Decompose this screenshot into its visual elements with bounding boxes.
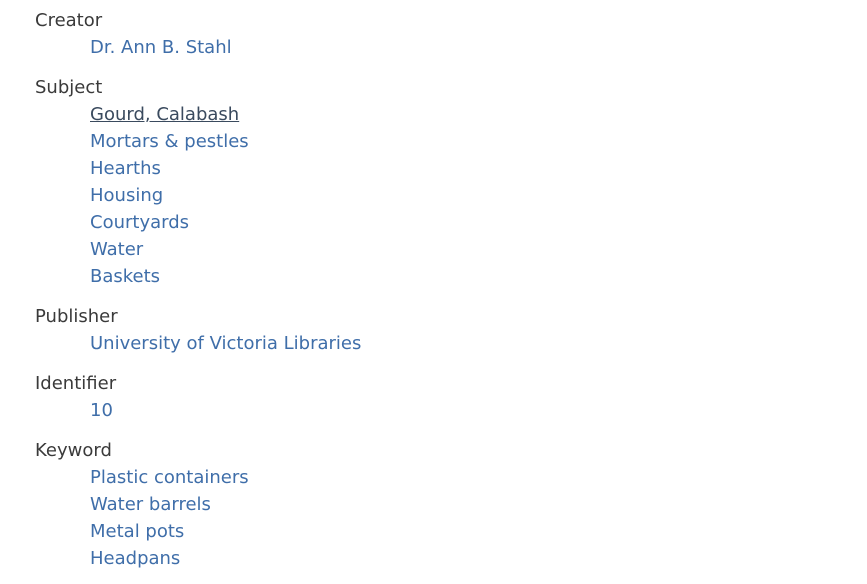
subject-link[interactable]: Baskets [90,266,160,287]
publisher-link[interactable]: University of Victoria Libraries [90,333,361,354]
field-label-keyword: Keyword [35,440,112,461]
list-item: Mortars & pestles [90,128,867,155]
keyword-link[interactable]: Plastic containers [90,467,249,488]
list-item: Courtyards [90,209,867,236]
list-item: Water barrels [90,491,867,518]
field-creator: Creator Dr. Ann B. Stahl [35,7,867,61]
creator-link[interactable]: Dr. Ann B. Stahl [90,37,232,58]
list-item: Hearths [90,155,867,182]
list-item: Headpans [90,545,867,572]
list-item: Water [90,236,867,263]
list-item: Dr. Ann B. Stahl [90,34,867,61]
identifier-link[interactable]: 10 [90,400,113,421]
list-item: Baskets [90,263,867,290]
keyword-link[interactable]: Water barrels [90,494,211,515]
subject-link[interactable]: Gourd, Calabash [90,104,239,125]
field-label-publisher: Publisher [35,306,118,327]
field-values-publisher: University of Victoria Libraries [35,330,867,357]
subject-link[interactable]: Hearths [90,158,161,179]
subject-link[interactable]: Courtyards [90,212,189,233]
field-subject: Subject Gourd, Calabash Mortars & pestle… [35,74,867,290]
list-item: Metal pots [90,518,867,545]
list-item: 10 [90,397,867,424]
subject-link[interactable]: Water [90,239,143,260]
list-item: Housing [90,182,867,209]
field-values-creator: Dr. Ann B. Stahl [35,34,867,61]
field-values-keyword: Plastic containers Water barrels Metal p… [35,464,867,572]
field-label-creator: Creator [35,10,103,31]
list-item: Gourd, Calabash [90,101,867,128]
list-item: Plastic containers [90,464,867,491]
metadata-list: Creator Dr. Ann B. Stahl Subject Gourd, … [0,0,867,572]
keyword-link[interactable]: Metal pots [90,521,184,542]
field-label-subject: Subject [35,77,103,98]
field-identifier: Identifier 10 [35,370,867,424]
subject-link[interactable]: Housing [90,185,163,206]
field-values-identifier: 10 [35,397,867,424]
list-item: University of Victoria Libraries [90,330,867,357]
keyword-link[interactable]: Headpans [90,548,180,569]
subject-link[interactable]: Mortars & pestles [90,131,249,152]
field-label-identifier: Identifier [35,373,117,394]
field-values-subject: Gourd, Calabash Mortars & pestles Hearth… [35,101,867,290]
field-keyword: Keyword Plastic containers Water barrels… [35,437,867,572]
field-publisher: Publisher University of Victoria Librari… [35,303,867,357]
